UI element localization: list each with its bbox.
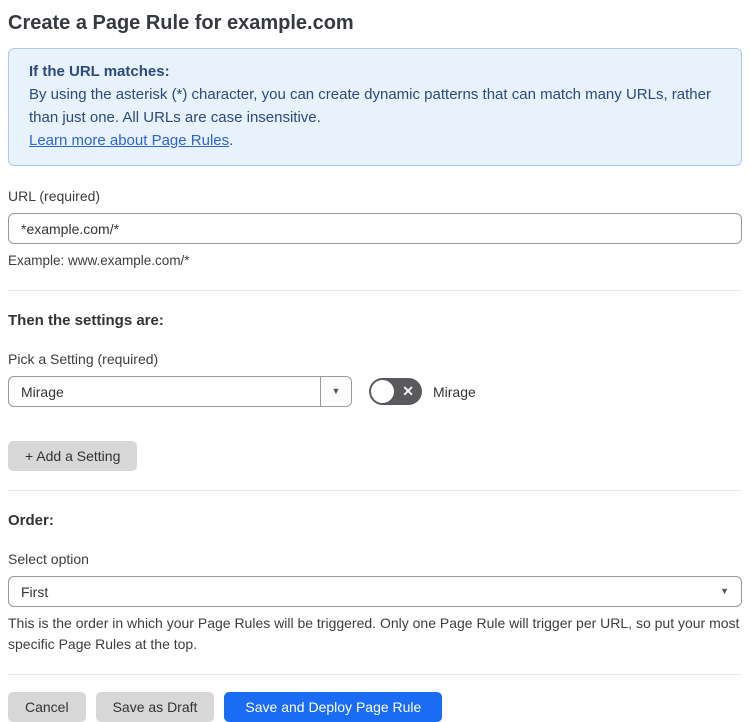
order-select[interactable]: First ▼ <box>8 576 742 607</box>
info-box-body: By using the asterisk (*) character, you… <box>29 86 711 126</box>
footer-actions: Cancel Save as Draft Save and Deploy Pag… <box>8 692 742 722</box>
url-helper-text: Example: www.example.com/* <box>8 253 190 268</box>
pick-setting-label: Pick a Setting (required) <box>8 351 159 367</box>
order-section-heading: Order: <box>8 512 54 529</box>
url-match-info-box: If the URL matches: By using the asteris… <box>8 48 742 166</box>
divider <box>8 490 742 491</box>
setting-select-value: Mirage <box>21 383 64 400</box>
settings-section-heading: Then the settings are: <box>8 312 164 329</box>
link-period: . <box>229 132 234 149</box>
chevron-down-icon: ▼ <box>720 586 729 596</box>
url-field-label: URL (required) <box>8 188 101 204</box>
info-box-link-line: Learn more about Page Rules. <box>29 129 721 152</box>
order-select-value: First <box>21 583 49 600</box>
setting-row: Mirage ▼ ✕ Mirage <box>8 376 742 407</box>
toggle-knob <box>371 380 394 403</box>
learn-more-link[interactable]: Learn more about Page Rules <box>29 132 229 149</box>
url-input[interactable] <box>8 213 742 244</box>
x-icon: ✕ <box>402 383 414 399</box>
setting-select-arrow-button[interactable]: ▼ <box>320 377 351 406</box>
save-as-draft-button[interactable]: Save as Draft <box>95 692 215 722</box>
chevron-down-icon: ▼ <box>331 386 341 396</box>
page-title: Create a Page Rule for example.com <box>8 12 354 34</box>
divider <box>8 674 742 675</box>
order-helper-text: This is the order in which your Page Rul… <box>8 615 740 652</box>
toggle-label: Mirage <box>433 383 476 400</box>
cancel-button[interactable]: Cancel <box>8 692 86 722</box>
setting-select[interactable]: Mirage ▼ <box>8 376 352 407</box>
add-setting-button[interactable]: + Add a Setting <box>8 441 138 471</box>
divider <box>8 290 742 291</box>
mirage-toggle[interactable]: ✕ <box>369 378 422 405</box>
save-and-deploy-button[interactable]: Save and Deploy Page Rule <box>224 692 443 722</box>
info-box-heading: If the URL matches: <box>29 63 170 80</box>
order-select-label: Select option <box>8 551 89 567</box>
